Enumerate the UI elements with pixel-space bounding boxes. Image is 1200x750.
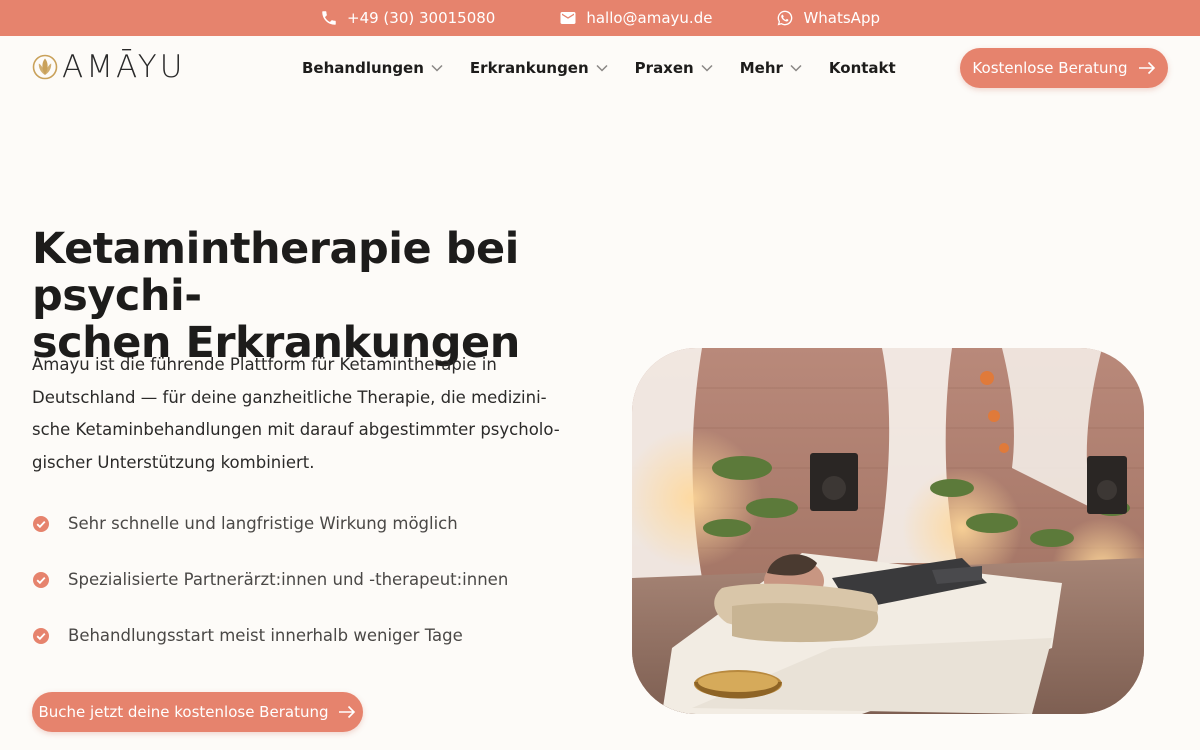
phone-link[interactable]: +49 (30) 30015080 bbox=[320, 9, 495, 27]
main-nav: Behandlungen Erkrankungen Praxen Mehr Ko… bbox=[302, 36, 896, 100]
arrow-right-icon bbox=[339, 705, 356, 719]
feature-item: Behandlungsstart meist innerhalb weniger… bbox=[32, 626, 463, 645]
nav-item-mehr[interactable]: Mehr bbox=[740, 59, 802, 77]
email-link[interactable]: hallo@amayu.de bbox=[559, 9, 712, 27]
check-circle-icon bbox=[32, 627, 50, 645]
site-header: AMĀYU Behandlungen Erkrankungen Praxen M… bbox=[0, 36, 1200, 100]
book-consultation-button[interactable]: Buche jetzt deine kostenlose Beratung bbox=[32, 692, 363, 732]
hero-description: Amayu ist die führende Plattform für Ket… bbox=[32, 349, 572, 479]
feature-label: Spezialisierte Partnerärzt:innen und -th… bbox=[68, 570, 509, 589]
hero-photo bbox=[632, 348, 1144, 714]
contact-bar: +49 (30) 30015080 hallo@amayu.de WhatsAp… bbox=[0, 0, 1200, 36]
nav-item-behandlungen[interactable]: Behandlungen bbox=[302, 59, 443, 77]
chevron-down-icon bbox=[790, 64, 802, 72]
free-consultation-button[interactable]: Kostenlose Beratung bbox=[960, 48, 1168, 88]
nav-item-label: Praxen bbox=[634, 59, 694, 77]
chevron-down-icon bbox=[701, 64, 713, 72]
check-circle-icon bbox=[32, 571, 50, 589]
arrow-right-icon bbox=[1138, 61, 1155, 75]
nav-item-erkrankungen[interactable]: Erkrankungen bbox=[470, 59, 608, 77]
nav-item-kontakt[interactable]: Kontakt bbox=[829, 59, 896, 77]
mail-icon bbox=[560, 12, 576, 24]
hero-title-line: Ketamintherapie bei psychi- bbox=[32, 224, 519, 321]
email-address: hallo@amayu.de bbox=[586, 9, 713, 27]
nav-item-label: Behandlungen bbox=[302, 59, 424, 77]
nav-item-label: Mehr bbox=[739, 59, 783, 77]
feature-label: Sehr schnelle und langfristige Wirkung m… bbox=[68, 514, 458, 533]
whatsapp-label: WhatsApp bbox=[803, 9, 880, 27]
hero-description-line: Deutschland — für deine ganzheitliche Th… bbox=[32, 387, 547, 407]
feature-label: Behandlungsstart meist innerhalb weniger… bbox=[68, 626, 463, 645]
logo[interactable]: AMĀYU bbox=[32, 50, 185, 84]
button-label: Buche jetzt deine kostenlose Beratung bbox=[38, 703, 329, 721]
check-circle-icon bbox=[32, 515, 50, 533]
hero-description-line: Amayu ist die führende Plattform für Ket… bbox=[32, 355, 497, 374]
feature-item: Spezialisierte Partnerärzt:innen und -th… bbox=[32, 570, 508, 589]
button-label: Kostenlose Beratung bbox=[972, 59, 1128, 77]
nav-item-label: Erkrankungen bbox=[469, 59, 589, 77]
hero-description-line: sche Ketaminbehandlungen mit darauf abge… bbox=[32, 420, 560, 439]
phone-number: +49 (30) 30015080 bbox=[347, 9, 496, 27]
feature-item: Sehr schnelle und langfristige Wirkung m… bbox=[32, 514, 458, 533]
phone-icon bbox=[322, 11, 336, 25]
nav-item-praxen[interactable]: Praxen bbox=[635, 59, 713, 77]
hero-title: Ketamintherapie bei psychi- schen Erkran… bbox=[32, 226, 652, 367]
hero-description-line: gischer Unterstützung kombiniert. bbox=[32, 452, 315, 472]
whatsapp-link[interactable]: WhatsApp bbox=[776, 9, 880, 27]
nav-item-label: Kontakt bbox=[828, 59, 896, 77]
lotus-logo-icon bbox=[32, 54, 58, 80]
whatsapp-icon bbox=[778, 10, 793, 26]
chevron-down-icon bbox=[431, 64, 443, 72]
logo-wordmark: AMĀYU bbox=[62, 49, 186, 85]
chevron-down-icon bbox=[596, 64, 608, 72]
therapy-room-illustration bbox=[632, 348, 1144, 714]
